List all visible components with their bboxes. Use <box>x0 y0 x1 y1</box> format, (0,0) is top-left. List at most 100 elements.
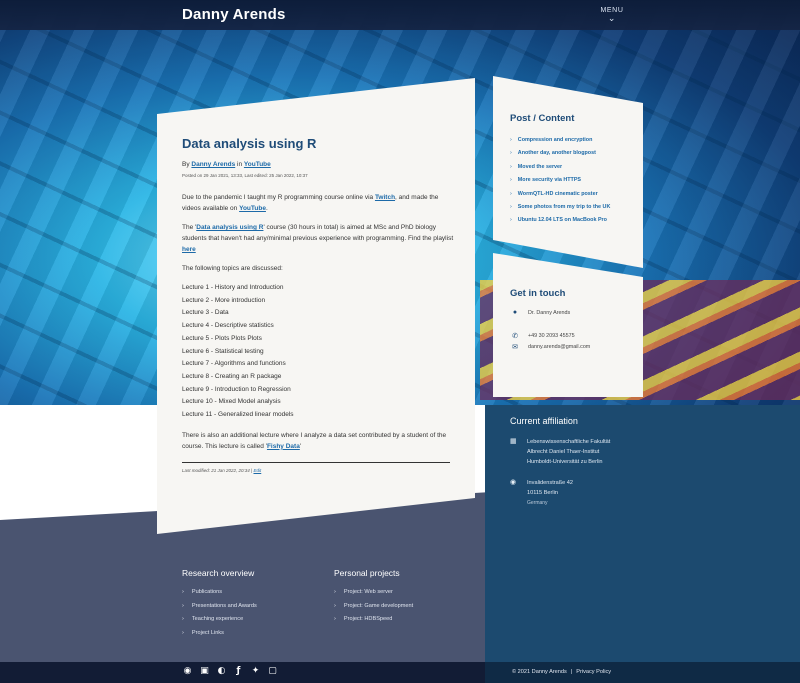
contact-phone-row: ✆ +49 30 2093 45575 <box>510 332 575 340</box>
chevron-right-icon: › <box>510 150 512 157</box>
lecture-list: Lecture 1 - History and Introduction Lec… <box>182 282 454 422</box>
contact-name-row: ● Dr. Danny Arends <box>510 309 570 316</box>
intro-text-3: . <box>265 205 268 212</box>
institute-line: Albrecht Daniel Thaer-Institut <box>527 449 600 455</box>
top-navigation-bar <box>0 0 800 30</box>
post-link[interactable]: › Some photos from my trip to the UK <box>510 201 610 214</box>
contact-phone[interactable]: +49 30 2093 45575 <box>528 333 575 339</box>
list-item: Lecture 10 - Mixed Model analysis <box>182 398 281 406</box>
post-date: Posted on 29 Jan 2021, 13:33, Last edite… <box>182 173 308 178</box>
post-link[interactable]: › Ubuntu 12.04 LTS on MacBook Pro <box>510 214 610 227</box>
footer-link[interactable]: › Project: Web server <box>334 586 413 600</box>
intro-text-1: Due to the pandemic I taught my R progra… <box>182 194 375 201</box>
research-overview-title: Research overview <box>182 568 255 578</box>
contact-name: Dr. Danny Arends <box>528 309 571 316</box>
post-card: Data analysis using R By Danny Arends in… <box>157 78 475 534</box>
address-line: 10115 Berlin <box>527 490 558 496</box>
course-paragraph: The 'Data analysis using R' course (30 h… <box>182 222 454 255</box>
github-icon[interactable]: ◉ <box>182 666 193 677</box>
chevron-right-icon: › <box>334 616 336 622</box>
footer-link[interactable]: › Project: Game development <box>334 600 413 614</box>
course-text-1: The ' <box>182 224 197 231</box>
post-link[interactable]: › Another day, another blogpost <box>510 147 610 160</box>
post-link-label: WormQTL-HD cinematic poster <box>517 190 598 197</box>
footer-link-label: Project: Web server <box>343 589 393 595</box>
personal-links: › Project: Web server › Project: Game deve… <box>334 586 413 627</box>
list-item: Lecture 6 - Statistical testing <box>182 347 264 355</box>
author-link[interactable]: Danny Arends <box>191 161 235 168</box>
chevron-right-icon: › <box>334 589 336 595</box>
research-links: › Publications › Presentations and Awards … <box>182 586 257 640</box>
chevron-right-icon: › <box>510 137 512 143</box>
menu-button[interactable]: MENU ⌄ <box>600 7 624 23</box>
playlist-link[interactable]: here <box>182 246 196 253</box>
list-item: Lecture 11 - Generalized linear models <box>182 411 294 419</box>
phone-icon: ✆ <box>512 333 518 340</box>
post-link-label: Ubuntu 12.04 LTS on MacBook Pro <box>517 217 607 224</box>
list-item: Lecture 4 - Descriptive statistics <box>182 322 274 330</box>
post-byline: By Danny Arends in YouTube <box>182 161 454 168</box>
chevron-right-icon: › <box>510 190 512 197</box>
twitch-link[interactable]: Twitch <box>375 194 395 201</box>
post-link-label: Another day, another blogpost <box>517 150 596 157</box>
course-link[interactable]: Data analysis using R <box>196 224 263 231</box>
footer-link[interactable]: › Teaching experience <box>182 613 257 627</box>
linkedin-icon[interactable]: ▣ <box>199 666 210 677</box>
list-item: Lecture 9 - Introduction to Regression <box>182 385 291 393</box>
list-item: Lecture 3 - Data <box>182 309 229 317</box>
building-icon: ▦ <box>510 438 517 445</box>
chevron-right-icon: › <box>510 204 512 211</box>
post-link[interactable]: › WormQTL-HD cinematic poster <box>510 188 610 201</box>
divider <box>182 461 450 463</box>
intro-paragraph: Due to the pandemic I taught my R progra… <box>182 192 454 214</box>
fishy-data-link[interactable]: Fishy Data <box>267 443 300 450</box>
category-link[interactable]: YouTube <box>244 161 271 168</box>
social-links: ◉ ▣ ◐ ƒ ✦ ▢ <box>182 666 278 677</box>
last-modified: Last modified: 21 Jan 2022, 20:34 | Edit <box>182 468 454 473</box>
posts-list: › Compression and encryption › Another day… <box>510 134 610 228</box>
footer-link-label: Project Links <box>191 629 224 636</box>
footer-link[interactable]: › Project Links <box>182 627 257 641</box>
posts-card: Post / Content › Compression and encrypti… <box>493 76 643 268</box>
post-link[interactable]: › Moved the server <box>510 161 610 174</box>
chevron-right-icon: › <box>182 602 184 609</box>
separator: | <box>570 669 573 675</box>
chevron-right-icon: › <box>182 589 184 595</box>
twitch-icon[interactable]: ▢ <box>267 666 278 677</box>
extra-text-2: ' <box>299 442 302 450</box>
youtube-link[interactable]: YouTube <box>239 205 266 212</box>
institute-block: ▦ Lebenswissenschaftliche Fakultät Albre… <box>510 437 610 467</box>
instagram-icon[interactable]: ◐ <box>216 666 227 677</box>
chevron-right-icon: › <box>510 163 512 170</box>
personal-projects-title: Personal projects <box>334 568 400 578</box>
chevron-right-icon: › <box>510 177 512 184</box>
extra-paragraph: There is also an additional lecture wher… <box>182 430 454 452</box>
footer-link[interactable]: › Project: HDBSpeed <box>334 613 413 627</box>
chevron-right-icon: › <box>334 602 336 609</box>
byline-in: in <box>237 161 243 168</box>
institute-line: Humboldt-Universität zu Berlin <box>527 459 603 465</box>
footer-link-label: Teaching experience <box>191 616 244 622</box>
contact-card: Get in touch ● Dr. Danny Arends ✆ +49 30… <box>493 253 643 397</box>
address-line: Germany <box>527 500 548 506</box>
list-item: Lecture 8 - Creating an R package <box>182 372 282 380</box>
bottom-bar <box>0 662 800 683</box>
post-link[interactable]: › More security via HTTPS <box>510 174 610 187</box>
address-block: ◉ Invalidenstraße 42 10115 Berlin German… <box>510 478 573 508</box>
footer-link-label: Publications <box>191 589 223 595</box>
twitter-icon[interactable]: ✦ <box>250 666 261 677</box>
site-brand[interactable]: Danny Arends <box>182 6 286 23</box>
contact-email[interactable]: danny.arends@gmail.com <box>528 344 590 350</box>
list-item: Lecture 1 - History and Introduction <box>182 284 284 291</box>
copyright-line: © 2021 Danny Arends | Privacy Policy <box>512 669 611 675</box>
footer-link[interactable]: › Publications <box>182 586 257 600</box>
byline-prefix: By <box>182 161 190 168</box>
post-link[interactable]: › Compression and encryption <box>510 134 610 147</box>
contact-title: Get in touch <box>510 288 566 299</box>
edit-link[interactable]: Edit <box>253 468 261 473</box>
post-link-label: Some photos from my trip to the UK <box>517 204 611 211</box>
footer-link[interactable]: › Presentations and Awards <box>182 600 257 614</box>
privacy-policy-link[interactable]: Privacy Policy <box>576 669 611 675</box>
facebook-icon[interactable]: ƒ <box>233 666 244 677</box>
map-pin-icon: ◉ <box>510 479 517 486</box>
